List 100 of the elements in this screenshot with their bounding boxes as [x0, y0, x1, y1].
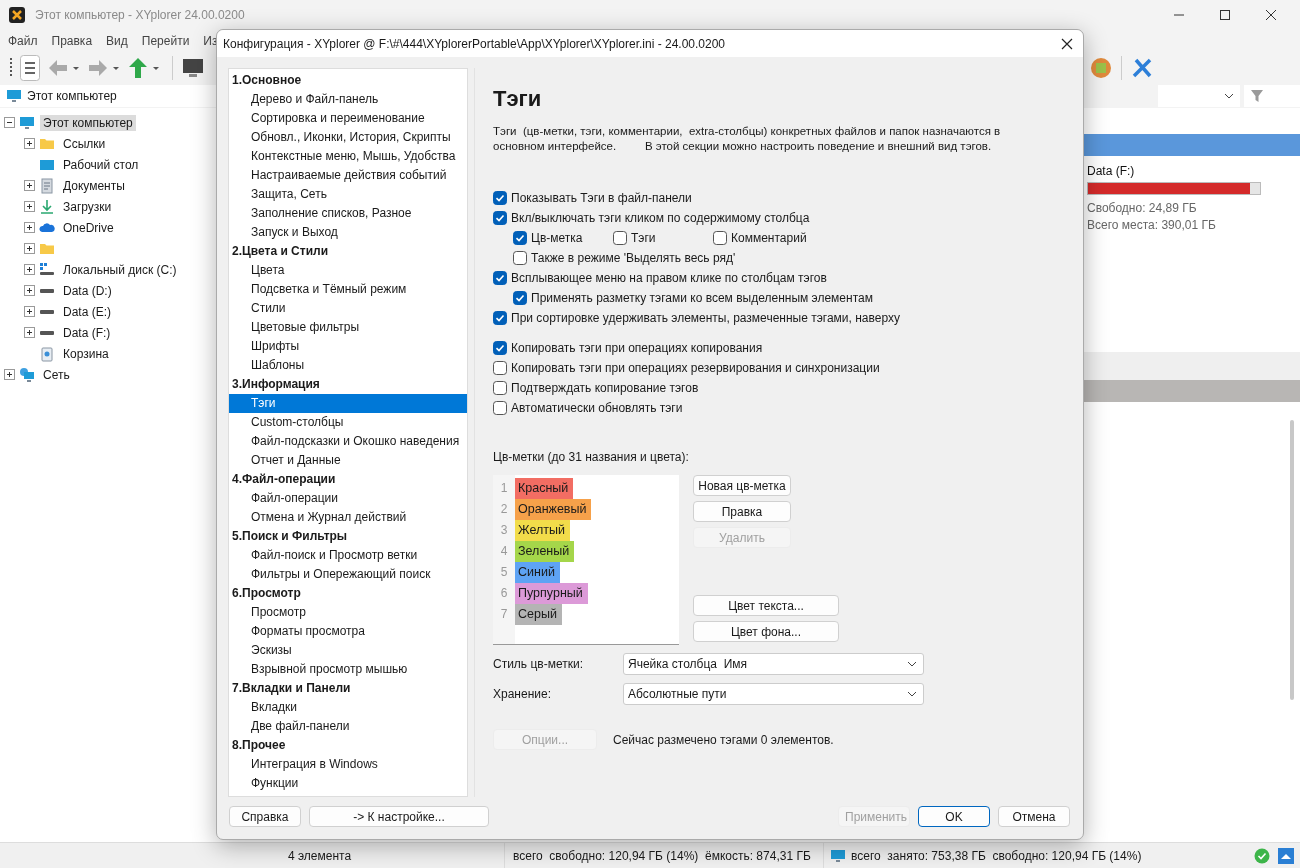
dialog-button[interactable]: OK [918, 806, 990, 827]
option-label[interactable]: Всплывающее меню на правом клике по столбцам тэгов [511, 271, 827, 285]
nav-item[interactable]: Стили [229, 299, 467, 318]
nav-item[interactable]: Тэги [229, 394, 467, 413]
menu-item[interactable]: Вид [106, 34, 128, 48]
nav-item[interactable]: Отчет и Данные [229, 451, 467, 470]
nav-item[interactable]: Просмотр [229, 603, 467, 622]
close-icon[interactable] [1061, 37, 1073, 50]
nav-item[interactable]: Настраиваемые действия событий [229, 166, 467, 185]
nav-item[interactable]: Запуск и Выход [229, 223, 467, 242]
nav-item[interactable]: Custom-столбцы [229, 413, 467, 432]
tree-item[interactable]: Загрузки [60, 198, 115, 215]
nav-item[interactable]: Эскизы [229, 641, 467, 660]
color-label-item[interactable]: Синий [515, 562, 560, 583]
filter-field[interactable] [1244, 85, 1300, 107]
help-button[interactable]: Справка [229, 806, 301, 827]
nav-item[interactable]: Форматы просмотра [229, 622, 467, 641]
color-label-item[interactable]: Оранжевый [515, 499, 592, 520]
nav-item[interactable]: Заполнение списков, Разное [229, 204, 467, 223]
nav-item[interactable]: Фильтры и Опережающий поиск [229, 565, 467, 584]
expand-toggle[interactable] [24, 327, 35, 338]
option-label[interactable]: Тэги [631, 231, 656, 245]
checkbox[interactable] [513, 251, 527, 265]
nav-item[interactable]: Файл-подсказки и Окошко наведения [229, 432, 467, 451]
checkbox[interactable] [493, 361, 507, 375]
option-label[interactable]: Автоматически обновлять тэги [511, 401, 683, 415]
option-label[interactable]: Применять разметку тэгами ко всем выделенным элементам [531, 291, 873, 305]
expand-toggle[interactable] [24, 180, 35, 191]
nav-item[interactable]: Цветовые фильтры [229, 318, 467, 337]
menu-item[interactable]: Перейти [141, 34, 190, 48]
option-label[interactable]: Также в режиме 'Выделять весь ряд' [531, 251, 736, 265]
scrollbar[interactable] [1290, 420, 1294, 700]
nav-item[interactable]: Контекстные меню, Мышь, Удобства [229, 147, 467, 166]
option-label[interactable]: При сортировке удерживать элементы, размеченные тэгами, наверху [511, 311, 900, 325]
nav-item[interactable]: Файл-операции [229, 489, 467, 508]
nav-item[interactable]: Сортировка и переименование [229, 109, 467, 128]
tree-item[interactable]: Data (E:) [60, 303, 114, 320]
caret-icon[interactable] [152, 64, 160, 72]
nav-section[interactable]: 8.Прочее [229, 736, 467, 755]
nav-section[interactable]: 6.Просмотр [229, 584, 467, 603]
tree-item[interactable]: Сеть [40, 366, 73, 383]
expand-toggle[interactable] [24, 138, 35, 149]
check-circle-icon[interactable] [1254, 847, 1270, 864]
nav-item[interactable]: Интеграция в Windows [229, 755, 467, 774]
checkbox[interactable] [493, 211, 507, 225]
nav-item[interactable]: Защита, Сеть [229, 185, 467, 204]
menu-icon[interactable] [20, 55, 40, 81]
color-label-item[interactable]: Желтый [515, 520, 570, 541]
checkbox[interactable] [493, 191, 507, 205]
color-button[interactable]: Цвет фона... [693, 621, 839, 642]
dropdown[interactable]: Абсолютные пути [623, 683, 924, 705]
nav-item[interactable]: Обновл., Иконки, История, Скрипты [229, 128, 467, 147]
color-button[interactable]: Цвет текста... [693, 595, 839, 616]
nav-item[interactable]: Функции [229, 774, 467, 793]
label-button[interactable]: Правка [693, 501, 791, 522]
nav-item[interactable]: Подсветка и Тёмный режим [229, 280, 467, 299]
monitor-icon[interactable] [181, 56, 205, 80]
checkbox[interactable] [493, 381, 507, 395]
caret-icon[interactable] [112, 64, 120, 72]
tree-item[interactable]: Документы [60, 177, 128, 194]
label-button[interactable]: Новая цв-метка [693, 475, 791, 496]
nav-section[interactable]: 7.Вкладки и Панели [229, 679, 467, 698]
nav-section[interactable]: 1.Основное [229, 71, 467, 90]
expand-toggle[interactable] [24, 243, 35, 254]
checkbox[interactable] [493, 401, 507, 415]
option-label[interactable]: Копировать тэги при операциях копирования [511, 341, 763, 355]
dialog-button[interactable]: Отмена [998, 806, 1070, 827]
checkbox[interactable] [613, 231, 627, 245]
expand-toggle[interactable] [24, 264, 35, 275]
close-icon[interactable] [1266, 10, 1276, 20]
nav-item[interactable]: Шрифты [229, 337, 467, 356]
option-label[interactable]: Показывать Тэги в файл-панели [511, 191, 692, 205]
collapse-toggle[interactable] [4, 117, 15, 128]
dropdown[interactable]: Ячейка столбца Имя [623, 653, 924, 675]
color-label-item[interactable]: Зеленый [515, 541, 575, 562]
checkbox[interactable] [493, 311, 507, 325]
tree-item[interactable]: Ссылки [60, 135, 109, 152]
checkbox[interactable] [493, 341, 507, 355]
goto-setting-button[interactable]: -> К настройке... [309, 806, 489, 827]
nav-section[interactable]: 2.Цвета и Стили [229, 242, 467, 261]
expand-toggle[interactable] [24, 222, 35, 233]
color-label-item[interactable]: Пурпурный [515, 583, 588, 604]
option-label[interactable]: Цв-метка [531, 231, 583, 245]
nav-section[interactable]: 5.Поиск и Фильтры [229, 527, 467, 546]
caret-icon[interactable] [72, 64, 80, 72]
checkbox[interactable] [513, 291, 527, 305]
nav-item[interactable]: Отмена и Журнал действий [229, 508, 467, 527]
nav-section[interactable]: 4.Файл-операции [229, 470, 467, 489]
color-label-item[interactable]: Красный [515, 478, 574, 499]
option-label[interactable]: Подтверждать копирование тэгов [511, 381, 699, 395]
option-label[interactable]: Вкл/выключать тэги кликом по содержимому столбца [511, 211, 810, 225]
tree-item[interactable]: Локальный диск (C:) [60, 261, 180, 278]
tree-item[interactable]: Корзина [60, 345, 112, 362]
color-label-item[interactable]: Серый [515, 604, 562, 625]
expand-toggle[interactable] [4, 369, 15, 380]
tree-item[interactable]: Data (F:) [60, 324, 114, 341]
expand-toggle[interactable] [24, 306, 35, 317]
checkbox[interactable] [493, 271, 507, 285]
nav-section[interactable]: 3.Информация [229, 375, 467, 394]
menu-item[interactable]: Правка [51, 34, 93, 48]
